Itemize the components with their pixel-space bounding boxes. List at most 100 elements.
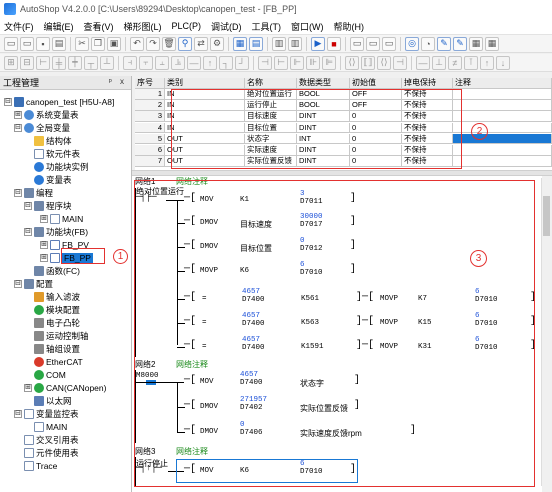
tree-item-main[interactable]: ⊞ MAIN: [40, 213, 83, 225]
redo-icon[interactable]: ↷: [146, 36, 160, 51]
ladder-tool-1-icon[interactable]: ⊞: [4, 55, 18, 70]
tree-item-ethernet[interactable]: 以太网: [34, 395, 72, 407]
collapse-icon[interactable]: ⊟: [24, 228, 32, 236]
ladder-tool-22-icon[interactable]: ⟦⟧: [361, 55, 375, 70]
print-icon[interactable]: ▤: [52, 36, 66, 51]
tree-item-config[interactable]: ⊟ 配置: [14, 278, 53, 290]
cut-icon[interactable]: ✂: [75, 36, 89, 51]
grid-icon[interactable]: ▦: [469, 36, 483, 51]
ladder-tool-26-icon[interactable]: ⊥: [432, 55, 446, 70]
tree-item-device-table[interactable]: 软元件表: [34, 148, 80, 160]
expand-icon[interactable]: ⊞: [40, 254, 48, 262]
tree-item-motion-axis[interactable]: 运动控制轴: [34, 330, 89, 342]
tree-item-com[interactable]: COM: [34, 369, 66, 381]
open-file-icon[interactable]: ▭: [20, 36, 34, 51]
ladder-tool-29-icon[interactable]: ↑: [480, 55, 494, 70]
ladder-tool-3-icon[interactable]: ⊢: [36, 55, 50, 70]
menu-view[interactable]: 查看(V): [84, 20, 114, 33]
cell-comment[interactable]: [453, 122, 552, 134]
menu-help[interactable]: 帮助(H): [334, 20, 365, 33]
scrollbar-thumb[interactable]: [543, 196, 550, 236]
replace-icon[interactable]: ⇄: [194, 36, 208, 51]
undo-icon[interactable]: ↶: [130, 36, 144, 51]
ladder-tool-13-icon[interactable]: ↑: [203, 55, 217, 70]
vertical-scrollbar[interactable]: [541, 178, 551, 486]
ladder-tool-11-icon[interactable]: ⫡: [171, 55, 185, 70]
expand-icon[interactable]: ⊞: [14, 111, 22, 119]
cell-comment[interactable]: [453, 100, 552, 111]
cell-comment[interactable]: [453, 89, 552, 100]
search-icon[interactable]: ⚲: [178, 36, 192, 51]
ladder-tool-14-icon[interactable]: ┐: [219, 55, 233, 70]
tree-item-var-table[interactable]: 变量表: [34, 174, 72, 186]
ladder-tool-7-icon[interactable]: ┴: [100, 55, 114, 70]
ladder-tool-16-icon[interactable]: ⊣: [258, 55, 272, 70]
monitor2-icon[interactable]: ▭: [366, 36, 380, 51]
cell-comment[interactable]: [453, 111, 552, 123]
download-icon[interactable]: ▥: [272, 36, 286, 51]
ladder-tool-20-icon[interactable]: ⊫: [322, 55, 336, 70]
ladder-tool-25-icon[interactable]: —: [416, 55, 430, 70]
paste-icon[interactable]: ▣: [107, 36, 121, 51]
collapse-icon[interactable]: ⊟: [14, 124, 22, 132]
upload-icon[interactable]: ▥: [288, 36, 302, 51]
ladder-tool-27-icon[interactable]: ≠: [448, 55, 462, 70]
menu-window[interactable]: 窗口(W): [291, 20, 324, 33]
copy-icon[interactable]: ❐: [91, 36, 105, 51]
cell-comment[interactable]: [453, 156, 552, 167]
ladder-tool-2-icon[interactable]: ⊟: [20, 55, 34, 70]
menu-file[interactable]: 文件(F): [4, 20, 34, 33]
ladder-tool-30-icon[interactable]: ↓: [496, 55, 510, 70]
tree-item-input-filter[interactable]: 输入滤波: [34, 291, 80, 303]
ladder-tool-28-icon[interactable]: ⊺: [464, 55, 478, 70]
tree-item-ethercat[interactable]: EtherCAT: [34, 356, 83, 368]
tree-item-program-blocks[interactable]: ⊟ 程序块: [24, 200, 72, 212]
tree-item-global-vars[interactable]: ⊟ 全局变量: [14, 122, 70, 134]
ladder-tool-5-icon[interactable]: ┿: [68, 55, 82, 70]
tree-item-monitor-main[interactable]: MAIN: [34, 421, 67, 433]
ladder-tool-6-icon[interactable]: ┬: [84, 55, 98, 70]
expand-icon[interactable]: ⊞: [40, 215, 48, 223]
ladder-tool-4-icon[interactable]: ╪: [52, 55, 66, 70]
collapse-icon[interactable]: ⊟: [14, 189, 22, 197]
tree-item-system-vars[interactable]: ⊞ 系统变量表: [14, 109, 79, 121]
compile-icon[interactable]: ⚙: [210, 36, 224, 51]
tree-item-module-config[interactable]: 模块配置: [34, 304, 80, 316]
collapse-icon[interactable]: ⊟: [24, 202, 32, 210]
force-icon[interactable]: ◔: [421, 36, 435, 51]
collapse-icon[interactable]: ⊟: [14, 410, 22, 418]
expand-icon[interactable]: ⊞: [24, 384, 32, 392]
tree-item-ecam[interactable]: 电子凸轮: [34, 317, 80, 329]
menu-tools[interactable]: 工具(T): [252, 20, 282, 33]
monitor-icon[interactable]: ▭: [350, 36, 364, 51]
run-icon[interactable]: ▶: [311, 36, 325, 51]
ladder-tool-21-icon[interactable]: ⟨⟩: [345, 55, 359, 70]
menu-edit[interactable]: 编辑(E): [44, 20, 74, 33]
write-icon[interactable]: ✎: [437, 36, 451, 51]
tree-item-project[interactable]: ⊟ canopen_test [H5U-A8]: [4, 96, 114, 108]
ladder-tool-12-icon[interactable]: —: [187, 55, 201, 70]
tree-item-fb-instances[interactable]: 功能块实例: [34, 161, 89, 173]
panel-pin-close-icon[interactable]: ᵖ x: [109, 77, 127, 86]
tree-item-monitor-table[interactable]: ⊟ 变量监控表: [14, 408, 79, 420]
edit-icon[interactable]: ✎: [453, 36, 467, 51]
ladder-tool-10-icon[interactable]: ⫠: [155, 55, 169, 70]
menu-debug[interactable]: 调试(D): [211, 20, 242, 33]
ladder-tool-8-icon[interactable]: ⫞: [123, 55, 137, 70]
tree-item-struct[interactable]: 结构体: [34, 135, 72, 147]
cell-comment[interactable]: [453, 145, 552, 156]
tree-item-function-blocks[interactable]: ⊟ 功能块(FB): [24, 226, 88, 238]
menu-ladder[interactable]: 梯形图(L): [124, 20, 162, 33]
tree-item-functions[interactable]: 函数(FC): [34, 265, 80, 277]
cell-comment[interactable]: [453, 133, 552, 145]
ladder-tool-24-icon[interactable]: ⊣: [393, 55, 407, 70]
window-icon[interactable]: ▤: [249, 36, 263, 51]
save-icon[interactable]: ▪: [36, 36, 50, 51]
ladder-tool-9-icon[interactable]: ⫟: [139, 55, 153, 70]
tree-item-canopen[interactable]: ⊞ CAN(CANopen): [24, 382, 106, 394]
ladder-tool-18-icon[interactable]: ⊩: [290, 55, 304, 70]
tree-item-axis-group[interactable]: 轴组设置: [34, 343, 80, 355]
collapse-icon[interactable]: ⊟: [4, 98, 12, 106]
delete-icon[interactable]: 🗑: [162, 36, 176, 51]
tree-item-usage[interactable]: 元件使用表: [24, 447, 79, 459]
